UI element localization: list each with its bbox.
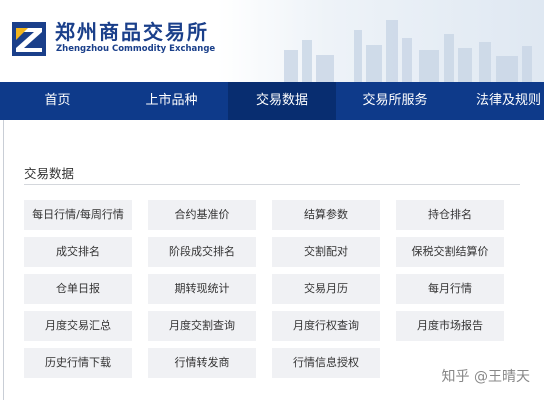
link-delivery-matching[interactable]: 交割配对 — [272, 237, 380, 267]
logo-english-name[interactable]: Zhengzhou Commodity Exchange — [56, 44, 215, 54]
section-divider — [24, 184, 520, 185]
link-monthly-quotes[interactable]: 每月行情 — [396, 274, 504, 304]
link-quote-vendors[interactable]: 行情转发商 — [148, 348, 256, 378]
link-contract-base-price[interactable]: 合约基准价 — [148, 200, 256, 230]
nav-exchange-services[interactable]: 交易所服务 — [336, 82, 454, 120]
nav-listed-products[interactable]: 上市品种 — [115, 82, 228, 120]
link-position-ranking[interactable]: 持仓排名 — [396, 200, 504, 230]
link-trading-calendar[interactable]: 交易月历 — [272, 274, 380, 304]
site-header: 郑州商品交易所 Zhengzhou Commodity Exchange — [0, 0, 544, 82]
link-settlement-params[interactable]: 结算参数 — [272, 200, 380, 230]
link-monthly-trading-summary[interactable]: 月度交易汇总 — [24, 311, 132, 341]
nav-laws-rules[interactable]: 法律及规则 — [454, 82, 544, 120]
zhihu-watermark: 知乎 @王晴天 — [441, 369, 530, 385]
nav-trading-data[interactable]: 交易数据 — [228, 82, 336, 120]
link-volume-ranking[interactable]: 成交排名 — [24, 237, 132, 267]
link-efp-statistics[interactable]: 期转现统计 — [148, 274, 256, 304]
nav-home[interactable]: 首页 — [0, 82, 115, 120]
link-historical-data-download[interactable]: 历史行情下载 — [24, 348, 132, 378]
link-monthly-market-report[interactable]: 月度市场报告 — [396, 311, 504, 341]
link-monthly-delivery-query[interactable]: 月度交割查询 — [148, 311, 256, 341]
link-bonded-delivery-price[interactable]: 保税交割结算价 — [396, 237, 504, 267]
section-title: 交易数据 — [24, 166, 75, 181]
city-skyline-banner — [284, 20, 532, 82]
link-period-volume-ranking[interactable]: 阶段成交排名 — [148, 237, 256, 267]
link-warehouse-receipt-daily[interactable]: 仓单日报 — [24, 274, 132, 304]
main-nav: 首页 上市品种 交易数据 交易所服务 法律及规则 — [0, 82, 544, 120]
link-monthly-exercise-query[interactable]: 月度行权查询 — [272, 311, 380, 341]
link-quote-licensing[interactable]: 行情信息授权 — [272, 348, 380, 378]
zce-logo-icon[interactable] — [12, 22, 46, 56]
logo-chinese-name[interactable]: 郑州商品交易所 — [55, 16, 209, 45]
link-daily-weekly-quotes[interactable]: 每日行情/每周行情 — [24, 200, 132, 230]
